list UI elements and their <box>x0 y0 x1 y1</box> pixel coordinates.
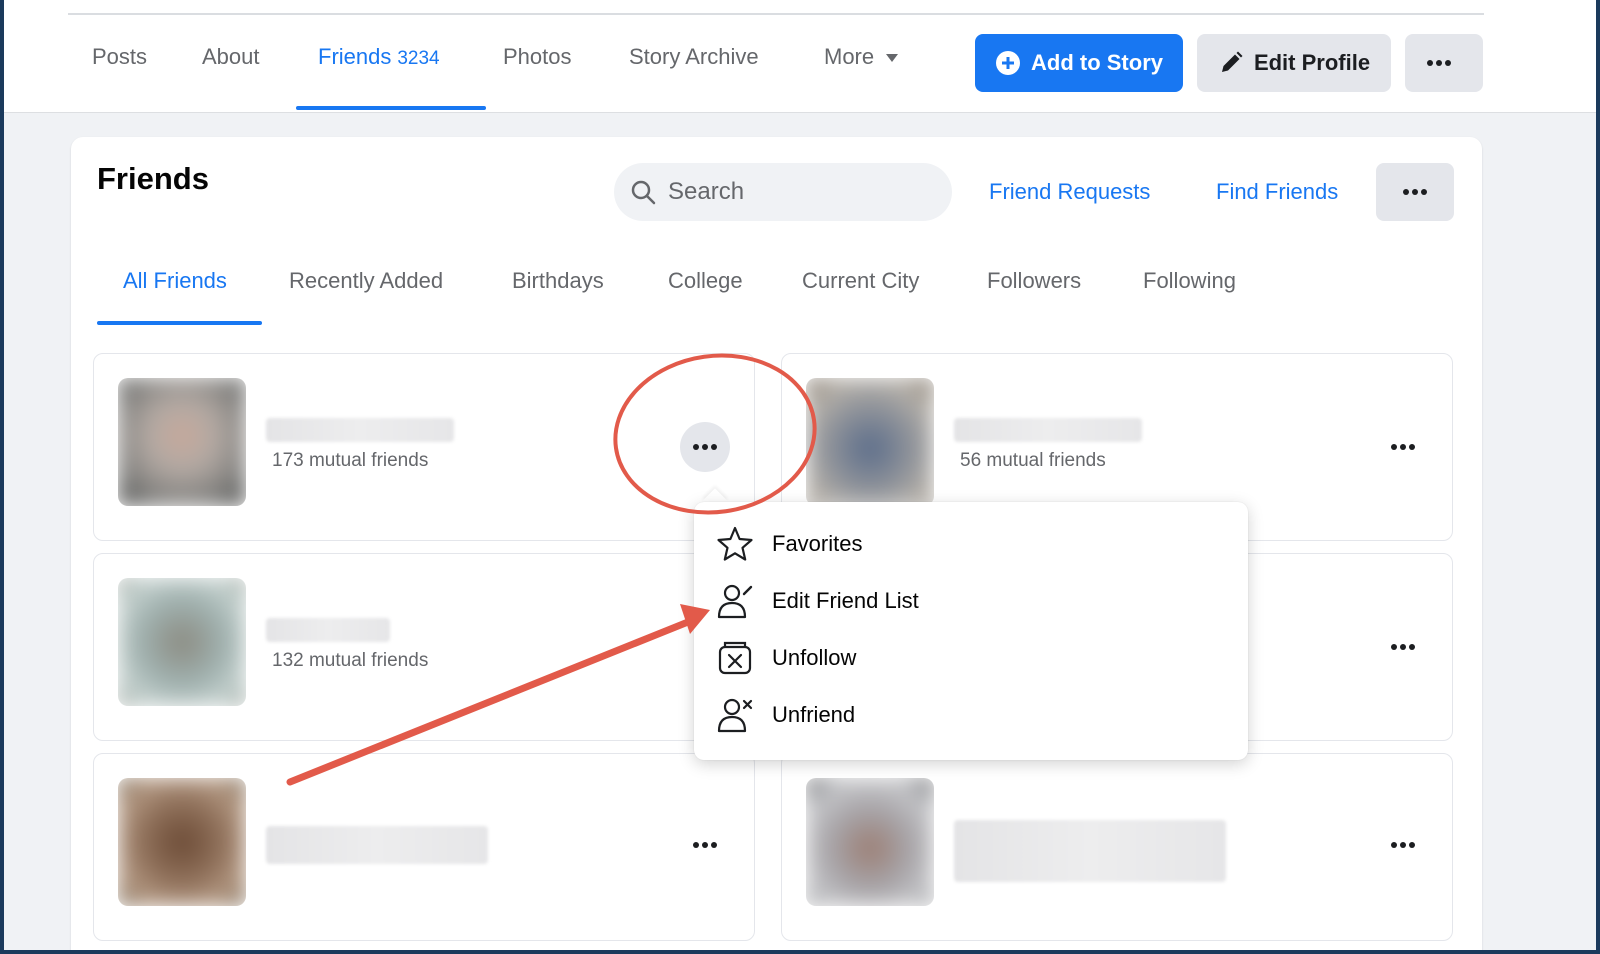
subtab-following[interactable]: Following <box>1143 268 1236 294</box>
friend-card[interactable]: 132 mutual friends <box>93 553 755 741</box>
tab-about[interactable]: About <box>202 44 260 70</box>
search-input[interactable] <box>666 177 930 207</box>
profile-nav-bar: Posts About Friends 3234 Photos Story Arc… <box>4 0 1596 113</box>
friends-more-button[interactable] <box>1376 163 1454 221</box>
menu-item-edit-friend-list[interactable]: Edit Friend List <box>716 575 919 627</box>
avatar[interactable] <box>118 778 246 906</box>
friend-options-button[interactable] <box>1378 820 1428 870</box>
add-to-story-label: Add to Story <box>1031 50 1163 75</box>
menu-item-label: Unfriend <box>772 702 856 727</box>
subtab-current-city[interactable]: Current City <box>802 268 919 294</box>
more-dots-icon <box>693 444 717 450</box>
more-dots-icon <box>1403 189 1427 195</box>
subtab-followers[interactable]: Followers <box>987 268 1081 294</box>
subtab-birthdays[interactable]: Birthdays <box>512 268 604 294</box>
avatar[interactable] <box>806 778 934 906</box>
friend-requests-link[interactable]: Friend Requests <box>989 179 1150 205</box>
profile-more-button[interactable] <box>1405 34 1483 92</box>
friend-card[interactable]: 173 mutual friends <box>93 353 755 541</box>
window-border <box>0 950 1600 954</box>
avatar[interactable] <box>118 378 246 506</box>
caret-down-icon <box>886 54 899 63</box>
friend-options-button[interactable] <box>680 820 730 870</box>
edit-profile-label: Edit Profile <box>1253 50 1371 75</box>
mutual-friends-count: 56 mutual friends <box>960 450 1106 471</box>
person-edit-icon <box>717 584 753 619</box>
more-dots-icon <box>1391 644 1415 650</box>
plus-circle-icon <box>996 51 1020 75</box>
friend-name-redacted[interactable] <box>266 618 390 642</box>
edit-profile-button[interactable]: Edit Profile <box>1197 34 1391 92</box>
person-remove-icon <box>717 698 753 733</box>
menu-item-favorites[interactable]: Favorites <box>716 518 862 570</box>
friend-options-button[interactable] <box>1378 422 1428 472</box>
avatar[interactable] <box>806 378 934 506</box>
mutual-friends-count: 173 mutual friends <box>272 450 429 471</box>
tab-friends-label: Friends <box>318 44 392 69</box>
friend-name-redacted[interactable] <box>954 820 1226 882</box>
friend-context-menu: Favorites Edit Friend List Unfollow Unfr… <box>694 502 1248 760</box>
friend-card[interactable] <box>93 753 755 941</box>
pencil-icon <box>1221 51 1243 72</box>
page-title: Friends <box>97 161 209 196</box>
add-to-story-button[interactable]: Add to Story <box>975 34 1183 92</box>
friend-name-redacted[interactable] <box>954 418 1142 442</box>
tab-friends[interactable]: Friends 3234 <box>318 44 440 70</box>
active-subtab-indicator <box>97 321 262 325</box>
menu-item-label: Unfollow <box>772 645 857 670</box>
find-friends-link[interactable]: Find Friends <box>1216 179 1338 205</box>
mutual-friends-count: 132 mutual friends <box>272 650 429 671</box>
tab-story-archive[interactable]: Story Archive <box>629 44 759 70</box>
more-dots-icon <box>1391 842 1415 848</box>
friend-name-redacted[interactable] <box>266 826 488 864</box>
search-icon <box>631 180 656 205</box>
menu-item-unfollow[interactable]: Unfollow <box>716 632 856 684</box>
unfollow-icon <box>718 641 752 675</box>
menu-item-unfriend[interactable]: Unfriend <box>716 689 855 741</box>
subtab-college[interactable]: College <box>668 268 743 294</box>
menu-item-label: Edit Friend List <box>772 588 919 613</box>
active-tab-indicator <box>296 106 486 110</box>
tab-more[interactable]: More <box>824 44 899 70</box>
more-dots-icon <box>1391 444 1415 450</box>
menu-item-label: Favorites <box>772 531 863 556</box>
friend-card[interactable] <box>781 753 1453 941</box>
friend-options-button[interactable] <box>680 422 730 472</box>
subtab-all-friends[interactable]: All Friends <box>123 268 227 294</box>
tab-more-label: More <box>824 44 875 69</box>
star-icon <box>717 526 753 561</box>
friend-search-box[interactable] <box>614 163 952 221</box>
friend-name-redacted[interactable] <box>266 418 454 442</box>
more-dots-icon <box>693 842 717 848</box>
divider <box>68 13 1484 15</box>
tab-photos[interactable]: Photos <box>503 44 572 70</box>
friend-options-button[interactable] <box>1378 622 1428 672</box>
subtab-recently-added[interactable]: Recently Added <box>289 268 443 294</box>
avatar[interactable] <box>118 578 246 706</box>
tab-posts[interactable]: Posts <box>92 44 147 70</box>
friends-count: 3234 <box>397 48 440 69</box>
more-dots-icon <box>1427 60 1451 66</box>
app-frame: Posts About Friends 3234 Photos Story Arc… <box>4 0 1596 950</box>
